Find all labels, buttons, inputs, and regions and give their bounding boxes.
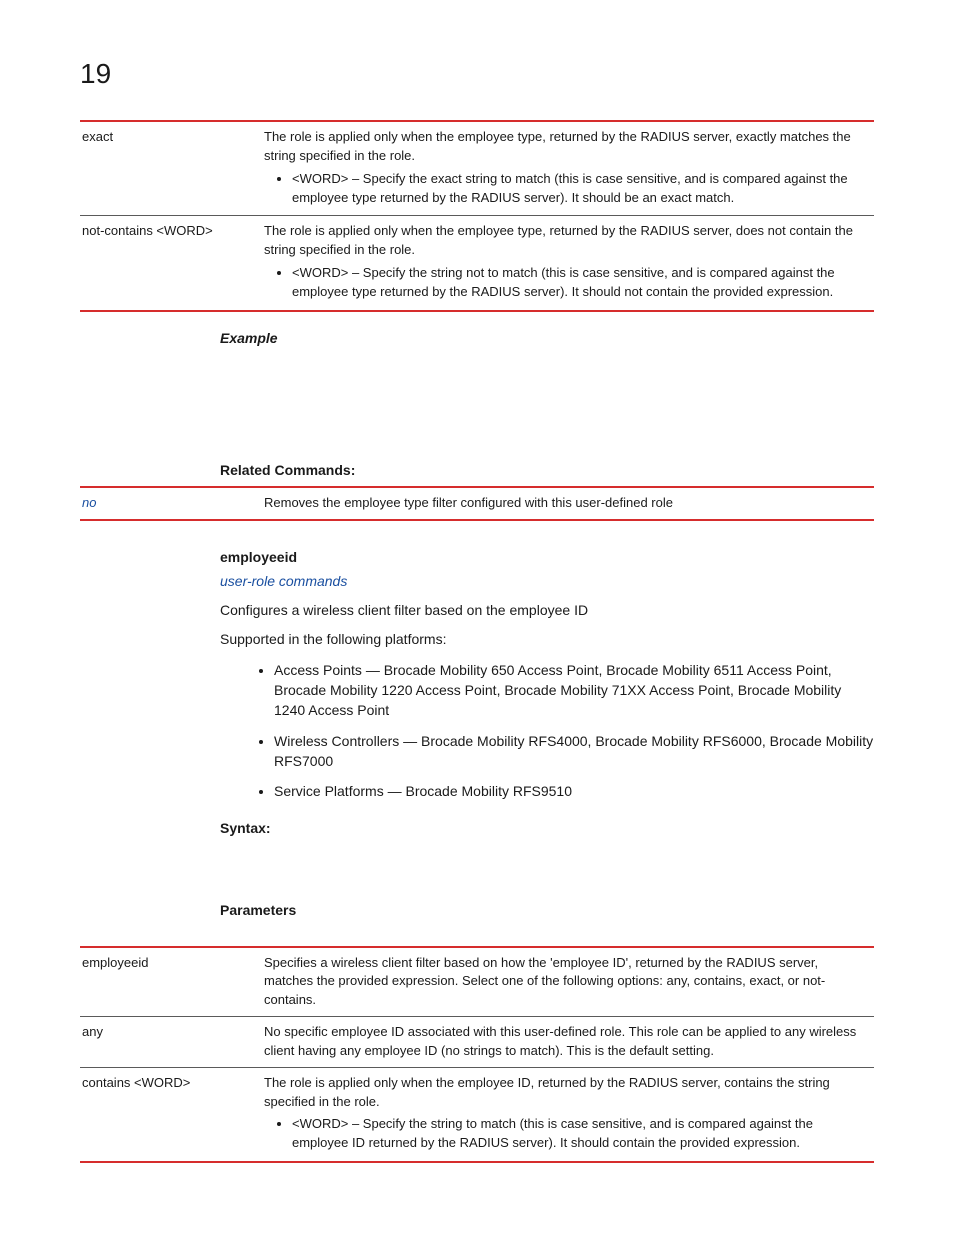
param-desc-text: The role is applied only when the employ… (264, 223, 853, 257)
table-related-commands: no Removes the employee type filter conf… (80, 486, 874, 521)
param-desc: No specific employee ID associated with … (262, 1017, 874, 1068)
param-key: not-contains <WORD> (80, 216, 262, 311)
param-desc: The role is applied only when the employ… (262, 121, 874, 216)
document-page: 19 exact The role is applied only when t… (0, 0, 954, 1223)
example-heading: Example (220, 330, 874, 346)
param-key: employeeid (80, 947, 262, 1017)
table-employeeid-params: employeeid Specifies a wireless client f… (80, 946, 874, 1164)
related-command-link[interactable]: no (82, 495, 96, 510)
page-number: 19 (80, 58, 874, 90)
param-bullet: <WORD> – Specify the exact string to mat… (292, 170, 866, 208)
param-bullet: <WORD> – Specify the string to match (th… (292, 1115, 866, 1153)
related-command-desc: Removes the employee type filter configu… (262, 487, 874, 520)
user-role-commands-link[interactable]: user-role commands (220, 573, 347, 589)
param-desc-text: The role is applied only when the employ… (264, 129, 851, 163)
list-item: Service Platforms — Brocade Mobility RFS… (274, 781, 874, 801)
param-desc: The role is applied only when the employ… (262, 1067, 874, 1162)
param-bullet: <WORD> – Specify the string not to match… (292, 264, 866, 302)
param-desc: The role is applied only when the employ… (262, 216, 874, 311)
list-item: Access Points — Brocade Mobility 650 Acc… (274, 660, 874, 721)
table-employee-type-params-continued: exact The role is applied only when the … (80, 120, 874, 312)
param-key: contains <WORD> (80, 1067, 262, 1162)
list-item: Wireless Controllers — Brocade Mobility … (274, 731, 874, 772)
section-intro: Configures a wireless client filter base… (220, 601, 874, 621)
param-desc: Specifies a wireless client filter based… (262, 947, 874, 1017)
param-key: exact (80, 121, 262, 216)
supported-platforms-list: Access Points — Brocade Mobility 650 Acc… (220, 660, 874, 802)
param-desc-text: The role is applied only when the employ… (264, 1075, 830, 1109)
parameters-heading: Parameters (220, 902, 874, 918)
supported-platforms-line: Supported in the following platforms: (220, 630, 874, 650)
section-title-employeeid: employeeid (220, 549, 874, 565)
param-key: any (80, 1017, 262, 1068)
syntax-heading: Syntax: (220, 820, 874, 836)
related-commands-heading: Related Commands: (220, 462, 874, 478)
